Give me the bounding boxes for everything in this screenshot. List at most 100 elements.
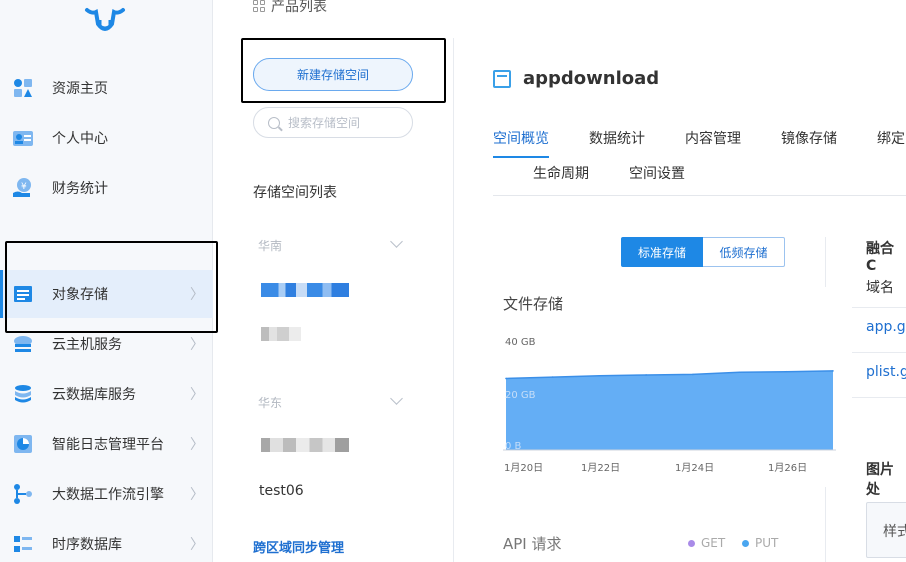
chevron-right-icon: 〉 — [190, 487, 204, 503]
divider — [825, 487, 826, 562]
divider — [852, 397, 906, 398]
legend-label: PUT — [755, 536, 779, 550]
file-storage-chart — [503, 370, 836, 451]
data-point — [505, 377, 507, 380]
data-point — [551, 376, 554, 378]
tabs-divider — [493, 195, 906, 196]
divider — [453, 212, 454, 268]
yuan-hand-icon: ¥ — [13, 178, 31, 197]
breadcrumb[interactable]: 产品列表 — [253, 0, 327, 16]
search-icon — [268, 116, 280, 129]
style-button-label: 样式 — [883, 524, 906, 540]
x-tick-label: 1月20日 — [504, 463, 544, 474]
tab-binding[interactable]: 绑定 — [877, 128, 905, 148]
divider — [852, 307, 906, 308]
highlight-box — [5, 241, 218, 333]
x-tick-label: 1月22日 — [581, 463, 621, 474]
chevron-right-icon: 〉 — [190, 337, 204, 353]
legend-dot — [688, 539, 695, 547]
sidebar-item-label: 时序数据库 — [52, 537, 122, 553]
sidebar-item-label: 个人中心 — [52, 131, 108, 147]
fusion-heading: 融合 C — [866, 241, 894, 274]
home-resource-icon — [14, 79, 32, 97]
legend-dot — [742, 539, 749, 547]
x-tick-label: 1月26日 — [768, 463, 808, 474]
sidebar-item-cloud-database[interactable]: 云数据库服务 〉 — [0, 370, 213, 418]
chevron-down-icon[interactable] — [390, 235, 403, 248]
region-label[interactable]: 华南 — [258, 237, 282, 254]
sidebar-item-label: 智能日志管理平台 — [52, 437, 164, 453]
y-tick-label: 20 GB — [505, 390, 536, 401]
chevron-right-icon: 〉 — [190, 387, 204, 403]
sidebar-item-label: 财务统计 — [52, 181, 108, 197]
bucket-icon — [493, 69, 511, 88]
tab-lifecycle[interactable]: 生命周期 — [533, 163, 589, 183]
data-point — [738, 371, 741, 374]
chevron-right-icon: 〉 — [190, 437, 204, 453]
data-point — [598, 374, 601, 377]
sidebar-item-label: 大数据工作流引擎 — [52, 487, 164, 503]
sidebar-item-finance[interactable]: ¥ 财务统计 — [0, 164, 213, 212]
low-freq-storage-button[interactable]: 低频存储 — [703, 237, 785, 267]
tab-settings[interactable]: 空间设置 — [629, 163, 685, 183]
storage-type-toggle[interactable]: 标准存储 低频存储 — [621, 237, 785, 267]
pie-chart-icon — [14, 435, 32, 453]
bucket-item-redacted[interactable] — [261, 438, 349, 452]
domain-link[interactable]: app.gu — [866, 319, 906, 335]
bucket-item-redacted[interactable] — [261, 283, 349, 297]
sidebar-item-smart-log[interactable]: 智能日志管理平台 〉 — [0, 420, 213, 468]
active-tab-indicator — [493, 156, 549, 158]
bucket-item-redacted[interactable] — [261, 327, 301, 341]
legend-item-get: GET — [688, 536, 725, 550]
search-input[interactable] — [288, 115, 398, 130]
bucket-header: appdownload — [493, 68, 659, 89]
tab-mirror[interactable]: 镜像存储 — [781, 128, 837, 148]
brand-logo-icon — [85, 8, 125, 31]
tab-content[interactable]: 内容管理 — [685, 128, 741, 148]
image-processing-heading: 图片处 — [866, 462, 894, 498]
sidebar-item-label: 资源主页 — [52, 81, 108, 97]
legend-label: GET — [701, 536, 726, 550]
grid-icon — [253, 0, 265, 12]
divider — [825, 237, 826, 287]
storage-area — [506, 370, 833, 450]
sidebar-item-label: 云主机服务 — [52, 337, 122, 353]
panel-divider — [453, 38, 454, 562]
domain-link[interactable]: plist.g — [866, 364, 906, 380]
sidebar-item-time-series-db[interactable]: 时序数据库 〉 — [0, 520, 213, 562]
divider — [453, 311, 454, 367]
legend-item-put: PUT — [742, 536, 778, 550]
x-tick-label: 1月24日 — [675, 463, 715, 474]
svg-text:¥: ¥ — [21, 182, 27, 192]
region-label[interactable]: 华东 — [258, 394, 282, 411]
api-requests-title: API 请求 — [503, 535, 562, 553]
data-point — [645, 374, 647, 376]
domain-label: 域名 — [866, 280, 894, 296]
tab-statistics[interactable]: 数据统计 — [589, 128, 645, 148]
time-series-icon — [14, 536, 32, 552]
breadcrumb-label: 产品列表 — [271, 0, 327, 15]
bucket-search[interactable] — [253, 107, 413, 138]
workflow-icon — [14, 484, 32, 504]
data-point — [692, 373, 694, 376]
cloud-database-icon — [15, 385, 31, 403]
sidebar-item-personal-center[interactable]: 个人中心 — [0, 114, 213, 162]
file-storage-title: 文件存储 — [503, 295, 564, 313]
sidebar-item-resource-home[interactable]: 资源主页 — [0, 64, 213, 112]
bucket-name: appdownload — [523, 68, 660, 89]
cloud-host-icon — [14, 336, 32, 352]
sidebar-item-bigdata-workflow[interactable]: 大数据工作流引擎 〉 — [0, 470, 213, 518]
data-point — [832, 370, 834, 372]
sidebar-item-label: 云数据库服务 — [52, 387, 136, 403]
bucket-list-title: 存储空间列表 — [253, 185, 337, 201]
new-bucket-button[interactable]: 新建存储空间 — [253, 58, 413, 91]
tab-overview[interactable]: 空间概览 — [493, 128, 549, 148]
chevron-down-icon[interactable] — [390, 392, 403, 405]
data-point — [785, 370, 788, 373]
bucket-item[interactable]: test06 — [259, 483, 304, 499]
standard-storage-button[interactable]: 标准存储 — [621, 237, 703, 267]
style-button[interactable]: 样式 — [866, 502, 906, 558]
id-card-icon — [13, 131, 33, 146]
divider — [852, 352, 906, 353]
cross-region-sync-link[interactable]: 跨区域同步管理 — [253, 537, 344, 556]
